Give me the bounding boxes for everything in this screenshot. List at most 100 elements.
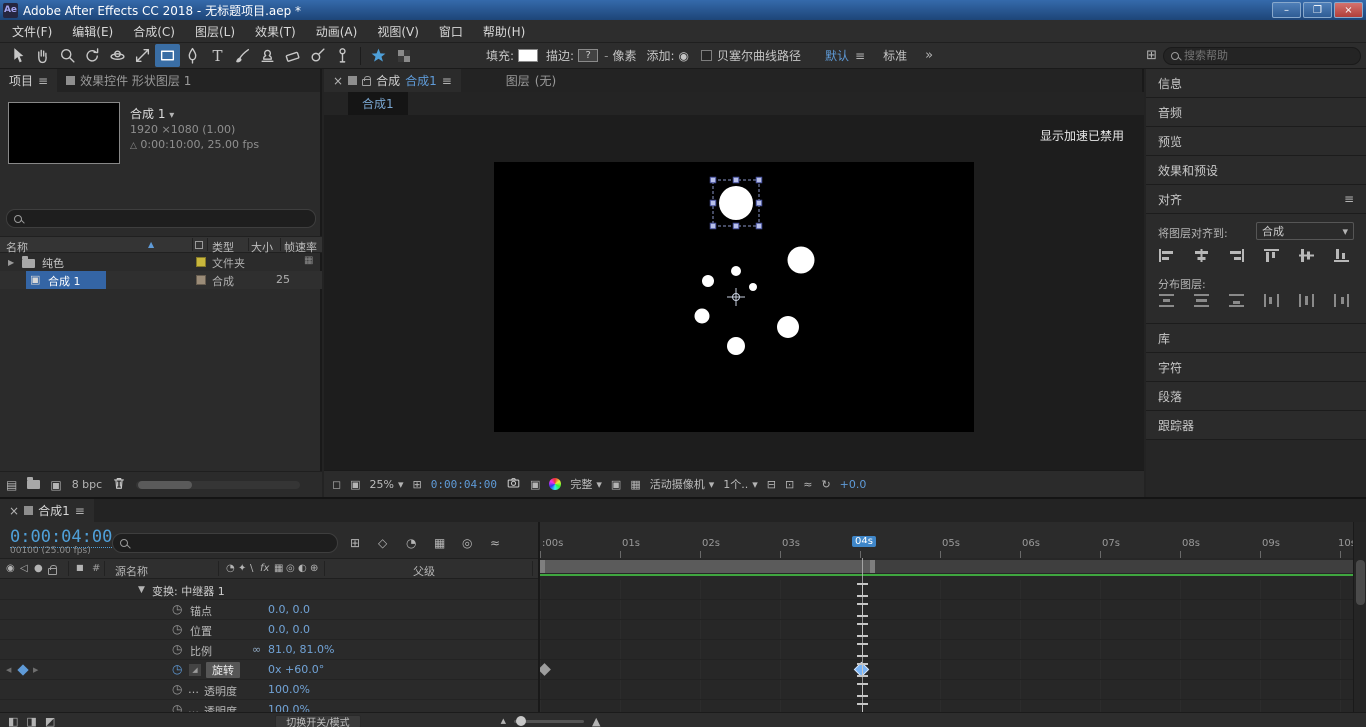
view-layout-icon[interactable]: ⊟ bbox=[767, 478, 776, 491]
timeline-search-input[interactable] bbox=[133, 536, 313, 550]
work-area-track[interactable] bbox=[540, 560, 1353, 573]
snapshot-camera-icon[interactable] bbox=[506, 476, 521, 492]
keyframe-next-icon[interactable]: ▶ bbox=[33, 666, 38, 674]
project-row-comp[interactable]: ▣ 合成 1 合成 25 bbox=[0, 271, 322, 289]
property-value[interactable]: 0.0, 0.0 bbox=[268, 603, 310, 616]
timeline-zoom-slider[interactable] bbox=[514, 720, 584, 723]
sort-asc-icon[interactable]: ▲ bbox=[148, 240, 154, 249]
menu-file[interactable]: 文件(F) bbox=[2, 20, 62, 43]
audio-column-icon[interactable]: ◁ bbox=[20, 563, 28, 574]
comp-timecode[interactable]: 0:00:04:00 bbox=[431, 478, 497, 491]
property-row-opacity[interactable]: ◷ … 透明度 100.0% bbox=[0, 680, 538, 700]
property-value[interactable]: 81.0, 81.0% bbox=[268, 643, 334, 656]
label-column-icon[interactable] bbox=[195, 241, 203, 249]
snapshot-show-icon[interactable]: ▣ bbox=[350, 478, 360, 491]
parent-column[interactable]: 父级 bbox=[413, 563, 435, 579]
panel-libraries[interactable]: 库 bbox=[1146, 324, 1366, 353]
property-value[interactable]: 100.0% bbox=[268, 683, 310, 696]
bezier-path-checkbox[interactable] bbox=[701, 50, 712, 61]
link-icon[interactable]: ∞ bbox=[252, 643, 261, 656]
restore-button[interactable]: ❐ bbox=[1303, 2, 1332, 18]
resolution-dropdown[interactable]: 完整▾ bbox=[570, 476, 602, 492]
item-name[interactable]: 合成 1 bbox=[48, 273, 81, 289]
timeline-search-box[interactable] bbox=[112, 533, 338, 553]
comp-thumbnail[interactable] bbox=[8, 102, 120, 164]
timeline-track-area[interactable]: :00s 01s 02s 03s 04s 05s 06s 07s 08s 09s… bbox=[540, 522, 1353, 727]
hide-shy-layers-icon[interactable]: ◔ bbox=[406, 536, 416, 550]
zoom-in-mountain-icon[interactable]: ▲ bbox=[592, 715, 600, 727]
property-row-scale[interactable]: ◷ 比例 ∞ 81.0, 81.0% bbox=[0, 640, 538, 660]
number-column-icon[interactable]: # bbox=[92, 563, 100, 574]
fx-switch-icon[interactable]: fx bbox=[260, 563, 269, 574]
panel-menu-icon[interactable]: ≡ bbox=[38, 74, 48, 88]
twirl-closed-icon[interactable]: ▶ bbox=[8, 258, 14, 267]
keyframe[interactable] bbox=[540, 663, 551, 676]
stopwatch-icon[interactable]: ◷ bbox=[172, 622, 182, 636]
label-color-swatch[interactable] bbox=[196, 257, 206, 267]
new-folder-icon[interactable] bbox=[27, 480, 40, 489]
work-area-start-handle[interactable] bbox=[540, 560, 545, 573]
work-area-end-handle[interactable] bbox=[870, 560, 875, 573]
video-column-icon[interactable]: ◉ bbox=[6, 563, 15, 574]
panel-preview[interactable]: 预览 bbox=[1146, 127, 1366, 156]
menu-animation[interactable]: 动画(A) bbox=[306, 20, 368, 43]
property-row-anchor[interactable]: ◷ 锚点 0.0, 0.0 bbox=[0, 600, 538, 620]
project-search-input[interactable] bbox=[27, 212, 287, 226]
distribute-right-button[interactable] bbox=[1331, 292, 1351, 308]
distribute-v-center-button[interactable] bbox=[1191, 292, 1211, 308]
menu-window[interactable]: 窗口 bbox=[429, 20, 473, 43]
panel-info[interactable]: 信息 bbox=[1146, 69, 1366, 98]
hand-tool[interactable] bbox=[30, 44, 55, 67]
brush-tool[interactable] bbox=[230, 44, 255, 67]
align-to-dropdown[interactable]: 合成 ▾ bbox=[1256, 222, 1354, 240]
view-dropdown[interactable]: 活动摄像机▾ bbox=[650, 476, 715, 492]
expand-transfer-controls-icon[interactable]: ◨ bbox=[26, 715, 36, 727]
panel-menu-icon[interactable]: ≡ bbox=[442, 74, 452, 88]
align-top-button[interactable] bbox=[1261, 247, 1281, 263]
tool-creates-shape-icon[interactable] bbox=[366, 44, 391, 67]
channel-wheel-icon[interactable] bbox=[549, 478, 561, 490]
source-name-column[interactable]: 源名称 bbox=[115, 563, 148, 579]
camera-tool[interactable] bbox=[105, 44, 130, 67]
tab-project[interactable]: 项目 ≡ bbox=[0, 69, 57, 92]
lock-column-icon[interactable] bbox=[48, 568, 57, 575]
workspace-bar-icon[interactable]: ⊞ bbox=[1146, 48, 1157, 63]
stopwatch-icon-active[interactable]: ◷ bbox=[172, 662, 182, 676]
shy-switch-icon[interactable]: ◔ bbox=[226, 563, 235, 574]
zoom-out-mountain-icon[interactable]: ▲ bbox=[501, 717, 506, 725]
scrollbar-thumb[interactable] bbox=[1356, 560, 1365, 605]
exposure-value[interactable]: +0.0 bbox=[840, 478, 867, 491]
rectangle-tool[interactable] bbox=[155, 44, 180, 67]
lock-icon[interactable] bbox=[362, 79, 371, 86]
stroke-width-value[interactable]: - bbox=[604, 49, 608, 63]
new-composition-icon[interactable]: ▣ bbox=[50, 478, 61, 492]
timeline-tab[interactable]: × 合成1 ≡ bbox=[0, 499, 94, 522]
panel-menu-icon[interactable]: ≡ bbox=[1344, 192, 1354, 206]
menu-effect[interactable]: 效果(T) bbox=[245, 20, 306, 43]
panel-audio[interactable]: 音频 bbox=[1146, 98, 1366, 127]
add-shape-button[interactable]: ◉ bbox=[679, 49, 689, 63]
scrollbar-thumb[interactable] bbox=[138, 481, 192, 489]
grid-guides-icon[interactable]: ⊞ bbox=[413, 478, 422, 491]
align-right-button[interactable] bbox=[1226, 247, 1246, 263]
pixel-aspect-icon[interactable]: ⊡ bbox=[785, 478, 794, 491]
align-bottom-button[interactable] bbox=[1331, 247, 1351, 263]
property-value[interactable]: 0.0, 0.0 bbox=[268, 623, 310, 636]
bit-depth-label[interactable]: 8 bpc bbox=[72, 478, 103, 491]
puppet-pin-tool[interactable] bbox=[330, 44, 355, 67]
mini-flowchart-icon[interactable]: ⊞ bbox=[350, 536, 360, 550]
keyframe-current-icon[interactable] bbox=[17, 664, 28, 675]
view-count-dropdown[interactable]: 1个..▾ bbox=[723, 476, 758, 492]
timeline-vscrollbar[interactable] bbox=[1353, 522, 1366, 727]
keyframe-prev-icon[interactable]: ◀ bbox=[6, 666, 11, 674]
3d-switch-icon[interactable]: ⊕ bbox=[310, 563, 318, 574]
draft-3d-icon[interactable]: ◇ bbox=[378, 536, 387, 550]
item-name[interactable]: 纯色 bbox=[42, 255, 64, 271]
menu-edit[interactable]: 编辑(E) bbox=[62, 20, 123, 43]
close-icon[interactable]: × bbox=[9, 504, 19, 518]
panel-align[interactable]: 对齐≡ bbox=[1146, 185, 1366, 214]
workspace-default-tab[interactable]: 默认 bbox=[825, 47, 849, 64]
expand-inout-icon[interactable]: ◩ bbox=[45, 715, 55, 727]
zoom-dropdown[interactable]: 25%▾ bbox=[370, 478, 404, 491]
reset-exposure-icon[interactable]: ↻ bbox=[821, 478, 830, 491]
